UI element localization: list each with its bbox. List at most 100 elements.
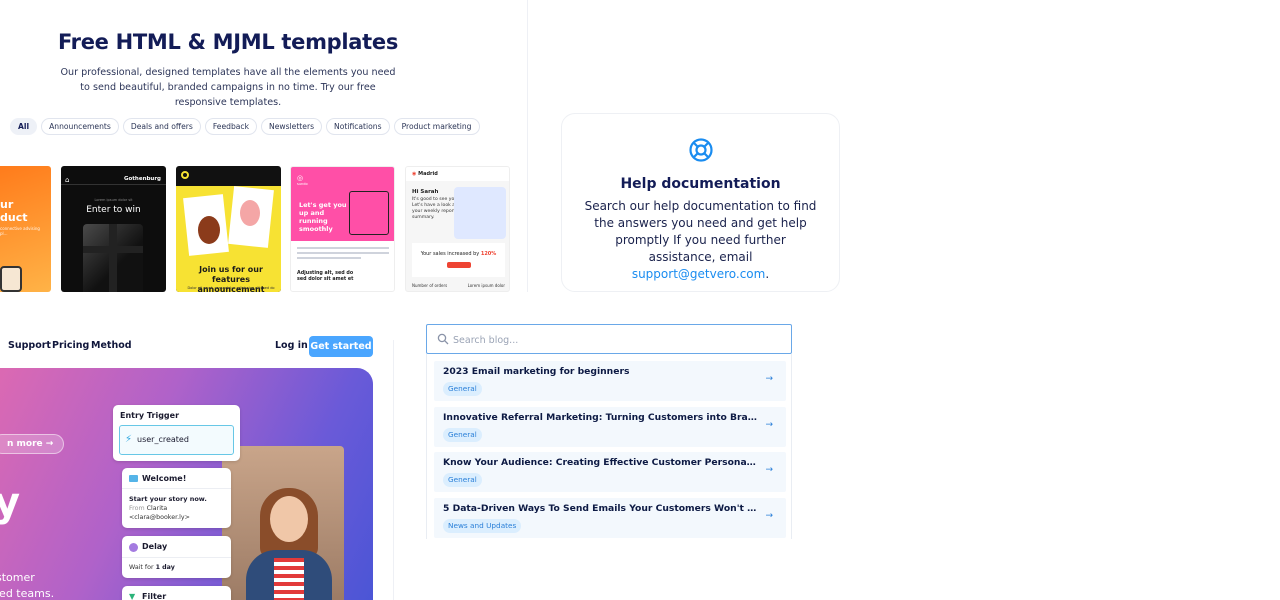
node-title: Delay (142, 542, 168, 551)
template-cards: ur duct connective advising pl... ⌂ Goth… (0, 166, 512, 292)
templates-section: Free HTML & MJML templates Our professio… (0, 0, 528, 292)
list-item[interactable]: 2023 Email marketing for beginners Gener… (434, 361, 786, 401)
delay-node[interactable]: Delay Wait for 1 day (122, 536, 231, 578)
template-filters: All Announcements Deals and offers Feedb… (10, 118, 480, 135)
support-email-link[interactable]: support@getvero.com (632, 267, 766, 281)
list-item[interactable]: Innovative Referral Marketing: Turning C… (434, 407, 786, 447)
filter-notifications[interactable]: Notifications (326, 118, 390, 135)
result-title: Know Your Audience: Creating Effective C… (443, 457, 758, 468)
card-headline: Enter to win (86, 205, 141, 215)
template-card-onboarding[interactable]: ◎ sundo Let's get you up and running smo… (290, 166, 395, 292)
category-badge: General (443, 473, 482, 487)
footer-left: Number of orders (412, 283, 448, 288)
template-card-product[interactable]: ur duct connective advising pl... (0, 166, 51, 292)
gift-box-illustration (83, 224, 143, 292)
delay-value: Wait for 1 day (129, 564, 175, 571)
filter-feedback[interactable]: Feedback (204, 118, 258, 135)
arrow-right-icon: → (765, 465, 773, 475)
section-divider (393, 340, 394, 600)
section-divider (527, 0, 528, 292)
envelope-icon (129, 475, 138, 482)
card-brand: sundo (297, 182, 308, 186)
footer-right: Lorem ipsum dolor (467, 283, 505, 288)
learn-more-button[interactable]: n more → (0, 434, 65, 454)
email-from: From Clarita <clara@booker.ly> (129, 505, 190, 521)
nav-method[interactable]: Method (91, 340, 132, 351)
card-heading: ur duct (0, 198, 28, 224)
report-illustration (454, 187, 506, 239)
character-illustration (198, 216, 220, 244)
logo-icon: ⌂ (65, 176, 70, 184)
search-icon (437, 333, 449, 345)
search-input[interactable] (453, 331, 783, 349)
templates-subtitle: Our professional, designed templates hav… (60, 67, 396, 108)
card-brand: Gothenburg (124, 176, 161, 182)
login-link[interactable]: Log in (275, 340, 308, 351)
logo-icon: ◎ (297, 174, 304, 182)
trigger-value: user_created (137, 435, 189, 444)
email-subject: Start your story now. (129, 495, 207, 503)
search-results: 2023 Email marketing for beginners Gener… (426, 354, 792, 539)
trigger-field: ⚡ user_created (119, 425, 234, 455)
template-card-weekly-report[interactable]: ◉ Madrid Hi Sarah It's good to see you. … (405, 166, 510, 292)
result-title: Innovative Referral Marketing: Turning C… (443, 412, 758, 423)
hero-text: stomer ied teams. (0, 571, 55, 600)
blog-search-panel: 2023 Email marketing for beginners Gener… (426, 324, 792, 539)
sales-text: Your sales increased by 120% (420, 251, 497, 257)
text-placeholder-lines (297, 247, 389, 262)
card-brand: ◉ Madrid (412, 171, 438, 177)
result-title: 2023 Email marketing for beginners (443, 366, 630, 377)
welcome-email-node[interactable]: Welcome! Start your story now. From Clar… (122, 468, 231, 528)
filter-announcements[interactable]: Announcements (41, 118, 119, 135)
card-section-heading: Adjusting alt, sed do sed dolor sit amet… (297, 271, 354, 282)
list-item[interactable]: Know Your Audience: Creating Effective C… (434, 452, 786, 492)
card-header-bar: ⌂ Gothenburg (61, 173, 166, 185)
clock-icon (129, 543, 138, 552)
list-item[interactable]: 5 Data-Driven Ways To Send Emails Your C… (434, 498, 786, 538)
filter-product-marketing[interactable]: Product marketing (393, 118, 480, 135)
filter-node[interactable]: ▼ Filter (122, 586, 231, 600)
help-text: Search our help documentation to find th… (584, 199, 817, 281)
card-tiny-text: Dolor sit amet, consectetur adipiscing e… (187, 286, 275, 290)
category-badge: News and Updates (443, 519, 522, 533)
card-headline: Let's get you up and running smoothly (299, 201, 347, 233)
arrow-right-icon: → (765, 420, 773, 430)
category-badge: General (443, 382, 482, 396)
card-footer: Number of orders Lorem ipsum dolor (412, 283, 505, 288)
category-badge: General (443, 428, 482, 442)
lightning-icon: ⚡ (125, 434, 133, 445)
filter-deals-and-offers[interactable]: Deals and offers (122, 118, 201, 135)
arrow-right-icon: → (765, 374, 773, 384)
lifebuoy-icon (689, 138, 713, 162)
get-started-button[interactable]: Get started (309, 336, 373, 357)
card-greeting: Hi Sarah (412, 189, 439, 195)
templates-title: Free HTML & MJML templates (57, 30, 399, 54)
line-art-illustration (349, 191, 389, 235)
template-card-enter-to-win[interactable]: ⌂ Gothenburg Lorem ipsum dolor sit Enter… (61, 166, 166, 292)
entry-trigger-node[interactable]: Entry Trigger ⚡ user_created (113, 405, 240, 461)
logo-icon (181, 171, 189, 179)
card-text: connective advising pl... (0, 226, 40, 236)
help-documentation-card: Help documentation Search our help docum… (561, 113, 840, 292)
filter-all[interactable]: All (10, 118, 38, 135)
card-header-bar: ◉ Madrid (406, 167, 509, 181)
result-title: 5 Data-Driven Ways To Send Emails Your C… (443, 503, 758, 514)
template-card-webinar[interactable]: Join us for our features announcement we… (176, 166, 281, 292)
filter-newsletters[interactable]: Newsletters (261, 118, 323, 135)
character-illustration (240, 200, 260, 226)
sales-panel: Your sales increased by 120% (412, 243, 505, 277)
search-box (426, 324, 792, 354)
person-photo (222, 446, 344, 600)
nav-support[interactable]: Support (8, 340, 51, 351)
node-title: Filter (142, 592, 167, 600)
node-title: Entry Trigger (120, 411, 180, 420)
arrow-right-icon: → (765, 511, 773, 521)
nav-pricing[interactable]: Pricing (52, 340, 89, 351)
hero-heading: y (0, 480, 21, 526)
device-illustration (0, 266, 22, 292)
help-title: Help documentation (620, 176, 781, 192)
logo-icon: ◉ (412, 171, 417, 177)
funnel-icon: ▼ (129, 592, 136, 600)
node-title: Welcome! (142, 474, 187, 483)
report-button (447, 262, 471, 268)
